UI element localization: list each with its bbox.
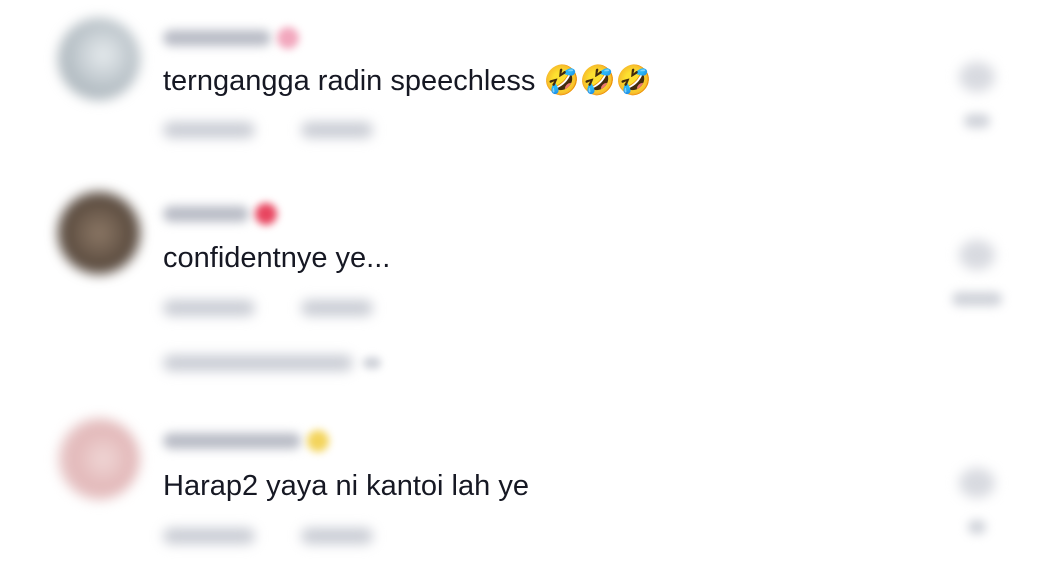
view-replies-button[interactable] xyxy=(163,355,381,371)
badge-icon xyxy=(307,430,329,452)
username-redacted xyxy=(163,433,301,449)
comment-meta xyxy=(163,300,373,316)
like-area[interactable] xyxy=(952,468,1002,534)
badge-icon xyxy=(277,27,299,49)
like-area[interactable] xyxy=(952,62,1002,128)
like-count-redacted xyxy=(952,292,1002,306)
comment-text-body: Harap2 yaya ni kantoi lah ye xyxy=(163,470,529,502)
username-redacted xyxy=(163,30,271,46)
comment-text: Harap2 yaya ni kantoi lah ye xyxy=(163,469,529,503)
comment-text: confidentnye ye... xyxy=(163,241,390,275)
timestamp-redacted xyxy=(163,122,255,138)
reply-button[interactable] xyxy=(301,300,373,316)
heart-icon[interactable] xyxy=(959,62,995,92)
comment-meta xyxy=(163,122,373,138)
comment-meta xyxy=(163,528,373,544)
username[interactable] xyxy=(163,203,277,225)
comment-text-body: terngangga radin speechless xyxy=(163,65,536,97)
chevron-down-icon xyxy=(363,357,381,369)
avatar[interactable] xyxy=(58,18,140,100)
comment-text: terngangga radin speechless 🤣🤣🤣 xyxy=(163,63,652,98)
timestamp-redacted xyxy=(163,300,255,316)
heart-icon[interactable] xyxy=(959,240,995,270)
like-area[interactable] xyxy=(952,240,1002,306)
timestamp-redacted xyxy=(163,528,255,544)
reply-button[interactable] xyxy=(301,528,373,544)
like-count-redacted xyxy=(968,520,986,534)
heart-icon[interactable] xyxy=(959,468,995,498)
rofl-emoji-icon: 🤣🤣🤣 xyxy=(543,63,652,97)
badge-icon xyxy=(255,203,277,225)
reply-button[interactable] xyxy=(301,122,373,138)
like-count-redacted xyxy=(964,114,990,128)
avatar[interactable] xyxy=(58,192,140,274)
comment-text-body: confidentnye ye... xyxy=(163,242,391,274)
username[interactable] xyxy=(163,27,299,49)
username-redacted xyxy=(163,206,249,222)
avatar[interactable] xyxy=(58,418,140,500)
view-replies-redacted xyxy=(163,355,353,371)
username[interactable] xyxy=(163,430,329,452)
